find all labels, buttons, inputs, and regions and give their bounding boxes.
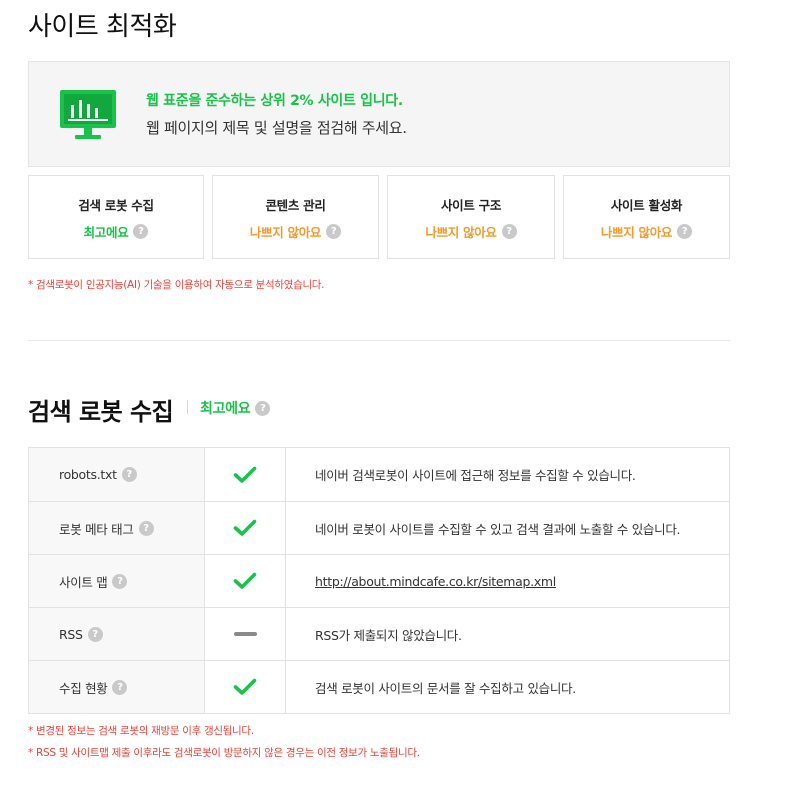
row-label: RSS ?: [29, 608, 205, 660]
page-title: 사이트 최적화: [28, 12, 177, 42]
card-activation[interactable]: 사이트 활성화 나쁘지 않아요 ?: [563, 175, 730, 259]
summary-headline: 웹 표준을 준수하는 상위 2% 사이트 입니다.: [146, 93, 403, 109]
row-label-text: RSS: [59, 626, 83, 642]
summary-box: 웹 표준을 준수하는 상위 2% 사이트 입니다. 웹 페이지의 제목 및 설명…: [28, 61, 730, 167]
row-label: 로봇 메타 태그 ?: [29, 502, 205, 554]
card-crawl[interactable]: 검색 로봇 수집 최고에요 ?: [28, 175, 204, 259]
rss-sitemap-note: * RSS 및 사이트맵 제출 이후라도 검색로봇이 방문하지 않은 경우는 이…: [28, 747, 420, 759]
section-divider: [28, 340, 730, 341]
help-icon[interactable]: ?: [501, 224, 517, 239]
card-structure[interactable]: 사이트 구조 나쁘지 않아요 ?: [387, 175, 555, 259]
card-status-text: 나쁘지 않아요: [425, 225, 497, 240]
help-icon[interactable]: ?: [255, 400, 271, 416]
help-icon[interactable]: ?: [87, 626, 103, 642]
card-status: 나쁘지 않아요 ?: [425, 222, 517, 241]
row-status-cell: [205, 555, 286, 607]
dash-icon: [233, 632, 257, 636]
row-status-cell: [205, 448, 286, 501]
card-status-text: 최고에요: [83, 225, 129, 240]
row-label: 사이트 맵 ?: [29, 555, 205, 607]
row-status-cell: [205, 502, 286, 554]
card-title: 콘텐츠 관리: [265, 198, 326, 213]
ai-note: * 검색로봇이 인공지능(AI) 기술을 이용하여 자동으로 분석하였습니다.: [28, 279, 325, 291]
check-icon: [233, 572, 257, 589]
sitemap-link[interactable]: http://about.mindcafe.co.kr/sitemap.xml: [315, 574, 556, 589]
update-note: * 변경된 정보는 검색 로봇의 재방문 이후 갱신됩니다.: [28, 725, 254, 737]
check-icon: [233, 678, 257, 695]
row-label-text: 로봇 메타 태그: [59, 521, 134, 537]
card-content[interactable]: 콘텐츠 관리 나쁘지 않아요 ?: [212, 175, 379, 259]
help-icon[interactable]: ?: [112, 679, 128, 695]
section-title: 검색 로봇 수집: [28, 398, 174, 426]
section-status: 최고에요 ?: [200, 398, 271, 418]
row-label-text: 사이트 맵: [59, 574, 108, 590]
row-label-text: 수집 현황: [59, 680, 108, 696]
crawl-table: robots.txt ? 네이버 검색로봇이 사이트에 접근해 정보를 수집할 …: [28, 447, 730, 714]
summary-description: 웹 페이지의 제목 및 설명을 점검해 주세요.: [146, 119, 407, 137]
row-status-cell: [205, 661, 286, 713]
row-label: robots.txt ?: [29, 448, 205, 501]
card-status: 나쁘지 않아요 ?: [249, 222, 342, 241]
table-row: RSS ? RSS가 제출되지 않았습니다.: [29, 607, 729, 660]
help-icon[interactable]: ?: [677, 224, 693, 239]
help-icon[interactable]: ?: [133, 224, 149, 239]
card-status-text: 나쁘지 않아요: [600, 225, 673, 240]
title-separator: [187, 400, 188, 414]
section-status-text: 최고에요: [200, 401, 251, 417]
card-status: 최고에요 ?: [84, 222, 149, 241]
card-status: 나쁘지 않아요 ?: [600, 222, 693, 241]
table-row: 사이트 맵 ? http://about.mindcafe.co.kr/site…: [29, 554, 729, 607]
check-icon: [233, 466, 257, 483]
table-row: 로봇 메타 태그 ? 네이버 로봇이 사이트를 수집할 수 있고 검색 결과에 …: [29, 501, 729, 554]
row-description: RSS가 제출되지 않았습니다.: [315, 627, 462, 643]
row-description: 검색 로봇이 사이트의 문서를 잘 수집하고 있습니다.: [315, 680, 576, 696]
row-description: 네이버 로봇이 사이트를 수집할 수 있고 검색 결과에 노출할 수 있습니다.: [315, 521, 681, 537]
help-icon[interactable]: ?: [138, 520, 154, 536]
card-title: 사이트 활성화: [610, 198, 683, 213]
help-icon[interactable]: ?: [326, 224, 342, 239]
table-row: robots.txt ? 네이버 검색로봇이 사이트에 접근해 정보를 수집할 …: [29, 448, 729, 501]
row-label: 수집 현황 ?: [29, 661, 205, 713]
row-description: 네이버 검색로봇이 사이트에 접근해 정보를 수집할 수 있습니다.: [315, 468, 636, 483]
table-row: 수집 현황 ? 검색 로봇이 사이트의 문서를 잘 수집하고 있습니다.: [29, 660, 729, 713]
help-icon[interactable]: ?: [112, 573, 128, 589]
check-icon: [233, 519, 257, 536]
help-icon[interactable]: ?: [121, 467, 137, 482]
card-title: 검색 로봇 수집: [78, 198, 154, 213]
monitor-chart-icon: [60, 90, 116, 139]
row-status-cell: [205, 608, 286, 660]
card-status-text: 나쁘지 않아요: [249, 225, 322, 240]
row-description: http://about.mindcafe.co.kr/sitemap.xml: [315, 555, 556, 607]
row-label-text: robots.txt: [59, 467, 117, 482]
card-title: 사이트 구조: [440, 198, 502, 213]
